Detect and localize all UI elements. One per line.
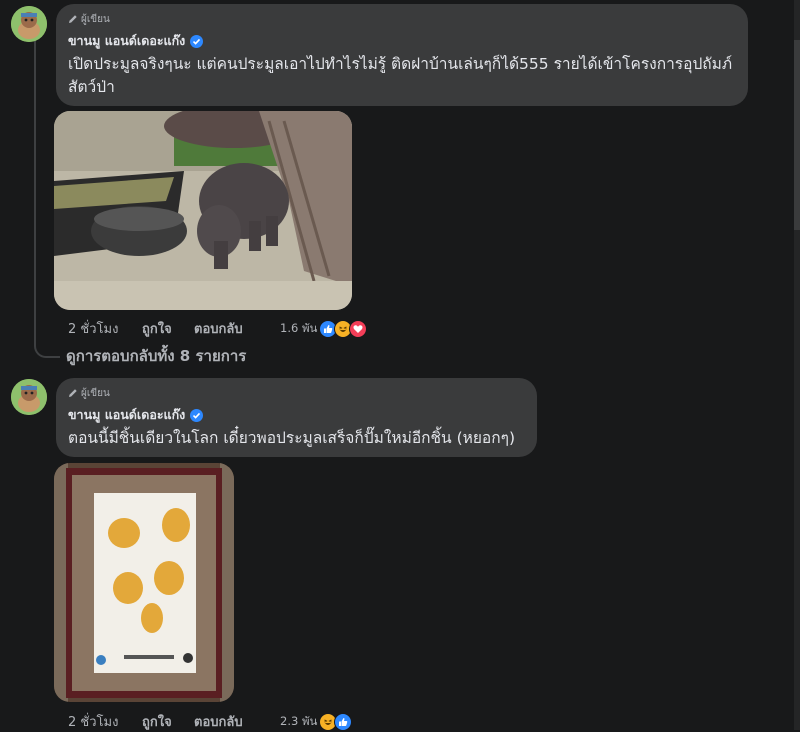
- reaction-icons[interactable]: [319, 712, 353, 731]
- comment-text-line: สัตว์ป่า: [68, 78, 115, 96]
- author-avatar[interactable]: [11, 6, 47, 42]
- reply-button[interactable]: ตอบกลับ: [194, 711, 280, 732]
- scrollbar[interactable]: [794, 0, 800, 730]
- author-name[interactable]: ขานมู แอนด์เดอะแก๊ง: [68, 31, 185, 51]
- verified-badge-icon: [190, 408, 204, 422]
- comment-bubble: ผู้เขียน ขานมู แอนด์เดอะแก๊ง เปิดประมูลจ…: [56, 4, 748, 106]
- comment-time[interactable]: 2 ชั่วโมง: [68, 711, 142, 732]
- author-name[interactable]: ขานมู แอนด์เดอะแก๊ง: [68, 405, 185, 425]
- author-badge-label: ผู้เขียน: [81, 13, 110, 25]
- comment-text-line: เปิดประมูลจริงๆนะ แต่คนประมูลเอาไปทำไรไม…: [68, 55, 733, 73]
- reaction-count[interactable]: 2.3 พัน: [280, 713, 317, 731]
- reaction-icons[interactable]: [319, 319, 368, 338]
- author-badge: ผู้เขียน: [68, 12, 736, 26]
- reaction-count[interactable]: 1.6 พัน: [280, 320, 317, 338]
- pencil-icon: [69, 15, 77, 23]
- view-replies-link[interactable]: ดูการตอบกลับทั้ง 8 รายการ: [66, 344, 246, 368]
- comment-text: ตอนนี้มีชิ้นเดียวในโลก เดี๋ยวพอประมูลเสร…: [68, 427, 525, 450]
- comment-actions: 2 ชั่วโมง ถูกใจ ตอบกลับ 1.6 พัน: [68, 318, 368, 339]
- like-button[interactable]: ถูกใจ: [142, 318, 194, 339]
- pencil-icon: [69, 389, 77, 397]
- verified-badge-icon: [190, 34, 204, 48]
- scrollbar-thumb[interactable]: [794, 40, 800, 230]
- comment-text: เปิดประมูลจริงๆนะ แต่คนประมูลเอาไปทำไรไม…: [68, 53, 736, 99]
- comment-actions: 2 ชั่วโมง ถูกใจ ตอบกลับ 2.3 พัน: [68, 711, 353, 732]
- comment-text-line: ตอนนี้มีชิ้นเดียวในโลก เดี๋ยวพอประมูลเสร…: [68, 429, 515, 447]
- author-badge-label: ผู้เขียน: [81, 387, 110, 399]
- author-badge: ผู้เขียน: [68, 386, 525, 400]
- comment-time[interactable]: 2 ชั่วโมง: [68, 318, 142, 339]
- like-icon: [334, 712, 353, 731]
- comment-photo-framed-footprints[interactable]: [54, 463, 234, 702]
- love-icon: [349, 319, 368, 338]
- reply-button[interactable]: ตอบกลับ: [194, 318, 280, 339]
- like-button[interactable]: ถูกใจ: [142, 711, 194, 732]
- comment-photo-pygmy-hippo[interactable]: [54, 111, 352, 310]
- author-avatar[interactable]: [11, 379, 47, 415]
- comment-bubble: ผู้เขียน ขานมู แอนด์เดอะแก๊ง ตอนนี้มีชิ้…: [56, 378, 537, 457]
